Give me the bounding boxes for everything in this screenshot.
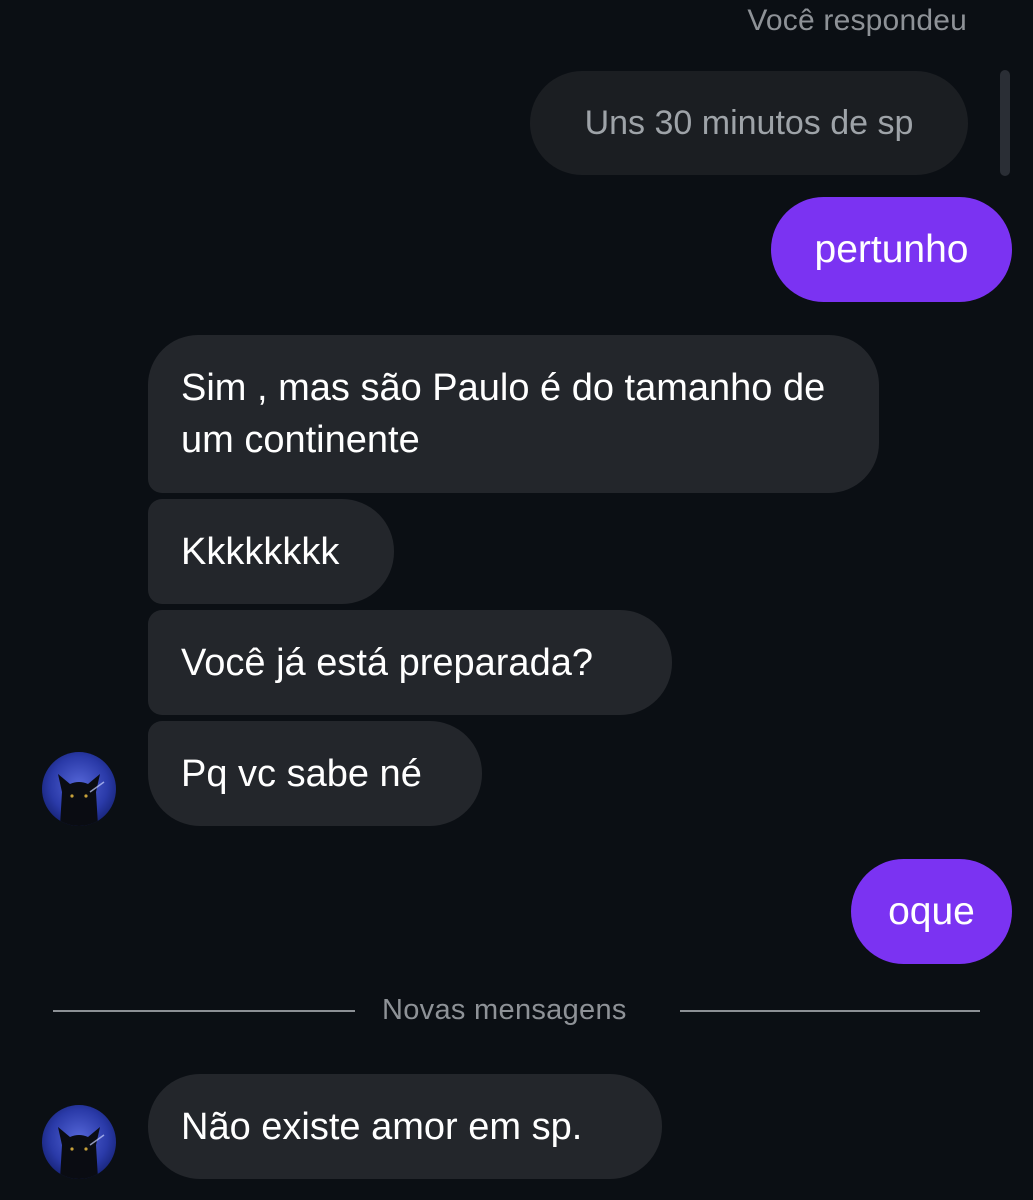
quoted-message-text: Uns 30 minutos de sp bbox=[584, 103, 914, 142]
incoming-message-bubble[interactable]: Não existe amor em sp. bbox=[148, 1074, 662, 1179]
new-messages-divider-left bbox=[53, 1010, 355, 1012]
quoted-message-bubble[interactable]: Uns 30 minutos de sp bbox=[530, 71, 968, 175]
new-messages-divider-label: Novas mensagens bbox=[382, 994, 627, 1026]
message-text: Você já está preparada? bbox=[181, 641, 593, 684]
new-messages-divider-right bbox=[680, 1010, 980, 1012]
contact-avatar[interactable] bbox=[42, 1105, 116, 1179]
black-cat-avatar-icon bbox=[42, 1105, 116, 1179]
message-text: Pq vc sabe né bbox=[181, 752, 422, 795]
outgoing-message-bubble[interactable]: pertunho bbox=[771, 197, 1012, 302]
reply-context-label: Você respondeu bbox=[747, 4, 967, 37]
incoming-message-bubble[interactable]: Pq vc sabe né bbox=[148, 721, 482, 826]
message-text: oque bbox=[888, 889, 975, 933]
message-text: Não existe amor em sp. bbox=[181, 1105, 583, 1148]
incoming-message-bubble[interactable]: Kkkkkkkk bbox=[148, 499, 394, 604]
contact-avatar[interactable] bbox=[42, 752, 116, 826]
message-text: Kkkkkkkk bbox=[181, 530, 340, 573]
scrollbar-thumb[interactable] bbox=[1000, 70, 1010, 176]
message-text: pertunho bbox=[814, 227, 969, 271]
black-cat-avatar-icon bbox=[42, 752, 116, 826]
incoming-message-bubble[interactable]: Sim , mas são Paulo é do tamanho de um c… bbox=[148, 335, 879, 493]
message-text: Sim , mas são Paulo é do tamanho de um c… bbox=[181, 367, 826, 461]
incoming-message-bubble[interactable]: Você já está preparada? bbox=[148, 610, 672, 715]
outgoing-message-bubble[interactable]: oque bbox=[851, 859, 1012, 964]
